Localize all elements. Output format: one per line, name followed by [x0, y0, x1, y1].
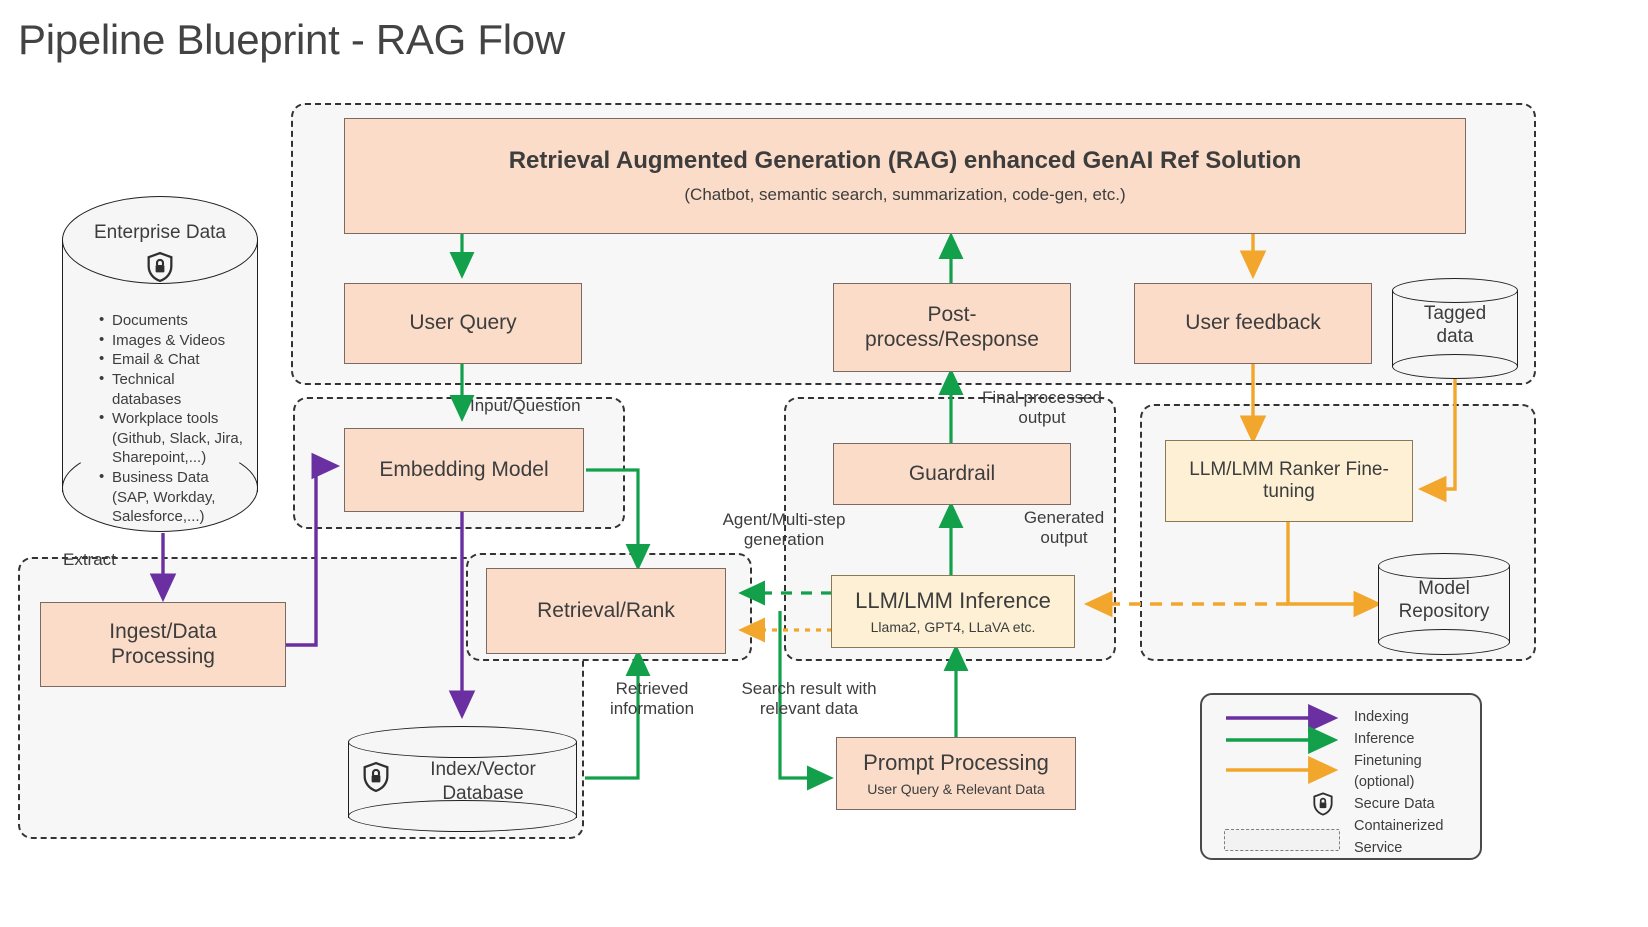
retrieval-rank-box[interactable]: Retrieval/Rank: [486, 568, 726, 654]
rag-solution-subtitle: (Chatbot, semantic search, summarization…: [684, 185, 1126, 205]
list-item: Documents: [99, 310, 278, 331]
legend-dashed-box-icon: [1224, 829, 1340, 851]
edge-label-final-processed: Final processed output: [981, 388, 1102, 428]
embedding-model-box[interactable]: Embedding Model: [344, 428, 584, 512]
edge-label-agent-multistep: Agent/Multi-step generation: [722, 510, 846, 550]
page-title: Pipeline Blueprint - RAG Flow: [18, 16, 565, 63]
embedding-model-label: Embedding Model: [379, 457, 549, 481]
user-feedback-label: User feedback: [1185, 311, 1321, 335]
legend-item-finetuning: Finetuning: [1354, 752, 1422, 769]
legend-item-containerized: Containerized: [1354, 817, 1444, 834]
list-item: Workplace tools: [99, 408, 278, 429]
legend-item-inference: Inference: [1354, 730, 1415, 747]
ranker-finetuning-label: LLM/LMM Ranker Fine- tuning: [1189, 458, 1389, 502]
legend-item-service: Service: [1354, 839, 1403, 856]
enterprise-data-label: Enterprise Data: [93, 222, 226, 243]
shield-lock-icon: [143, 250, 177, 284]
edge-label-input-question: Input/Question: [470, 396, 581, 415]
list-item: Sharepoint,...): [112, 449, 207, 467]
prompt-processing-subtitle: User Query & Relevant Data: [867, 780, 1045, 797]
diagram-canvas: Pipeline Blueprint - RAG Flow Enterprise…: [0, 0, 1648, 927]
model-repository-label: Model Repository: [1398, 578, 1490, 622]
list-item: Email & Chat: [99, 349, 278, 370]
edge-label-search-result: Search result with relevant data: [741, 679, 877, 719]
enterprise-data-list: Documents Images & Videos Email & Chat T…: [90, 310, 282, 527]
list-item: (Github, Slack, Jira,: [112, 429, 243, 447]
list-item: databases: [112, 390, 182, 408]
list-item: Business Data: [99, 467, 278, 488]
user-query-label: User Query: [409, 311, 517, 335]
tagged-data-label: Tagged data: [1423, 303, 1487, 347]
edge-label-generated-output: Generated output: [1023, 508, 1105, 548]
index-vector-db-shield-lock-icon: [359, 760, 393, 794]
rag-solution-title: Retrieval Augmented Generation (RAG) enh…: [508, 146, 1302, 174]
index-vector-db-label: Index/Vector Database: [430, 759, 536, 804]
llm-inference-subtitle: Llama2, GPT4, LLaVA etc.: [870, 618, 1036, 635]
edge-label-extract: Extract: [63, 550, 116, 569]
legend-item-indexing: Indexing: [1354, 709, 1409, 725]
edge-label-retrieved-information: Retrieved information: [609, 679, 695, 719]
list-item: Images & Videos: [99, 330, 278, 351]
retrieval-rank-label: Retrieval/Rank: [537, 598, 675, 622]
ingest-box[interactable]: Ingest/Data Processing: [40, 602, 286, 687]
llm-inference-label: LLM/LMM Inference: [855, 587, 1051, 613]
list-item: (SAP, Workday,: [112, 488, 216, 506]
legend-panel: Indexing Inference Finetuning (optional)…: [1200, 693, 1482, 860]
list-item: Salesforce,...): [112, 508, 205, 526]
ranker-finetuning-box[interactable]: LLM/LMM Ranker Fine- tuning: [1165, 440, 1413, 522]
rag-solution-box[interactable]: Retrieval Augmented Generation (RAG) enh…: [344, 118, 1466, 234]
guardrail-label: Guardrail: [908, 461, 996, 485]
prompt-processing-box[interactable]: Prompt Processing User Query & Relevant …: [836, 737, 1076, 810]
legend-item-secure-data: Secure Data: [1354, 796, 1435, 812]
post-process-label: Post- process/Response: [865, 302, 1039, 351]
list-item: Technical: [99, 369, 278, 390]
legend-secure-shield-lock-icon: [1310, 791, 1336, 817]
prompt-processing-label: Prompt Processing: [863, 749, 1049, 775]
guardrail-box[interactable]: Guardrail: [833, 443, 1071, 505]
user-query-box[interactable]: User Query: [344, 283, 582, 364]
legend-item-finetuning-optional: (optional): [1354, 774, 1415, 791]
llm-inference-box[interactable]: LLM/LMM Inference Llama2, GPT4, LLaVA et…: [831, 575, 1075, 648]
user-feedback-box[interactable]: User feedback: [1134, 283, 1372, 364]
legend-labels: Indexing Inference Finetuning (optional)…: [1354, 707, 1443, 859]
ingest-label: Ingest/Data Processing: [109, 619, 217, 668]
post-process-box[interactable]: Post- process/Response: [833, 283, 1071, 372]
